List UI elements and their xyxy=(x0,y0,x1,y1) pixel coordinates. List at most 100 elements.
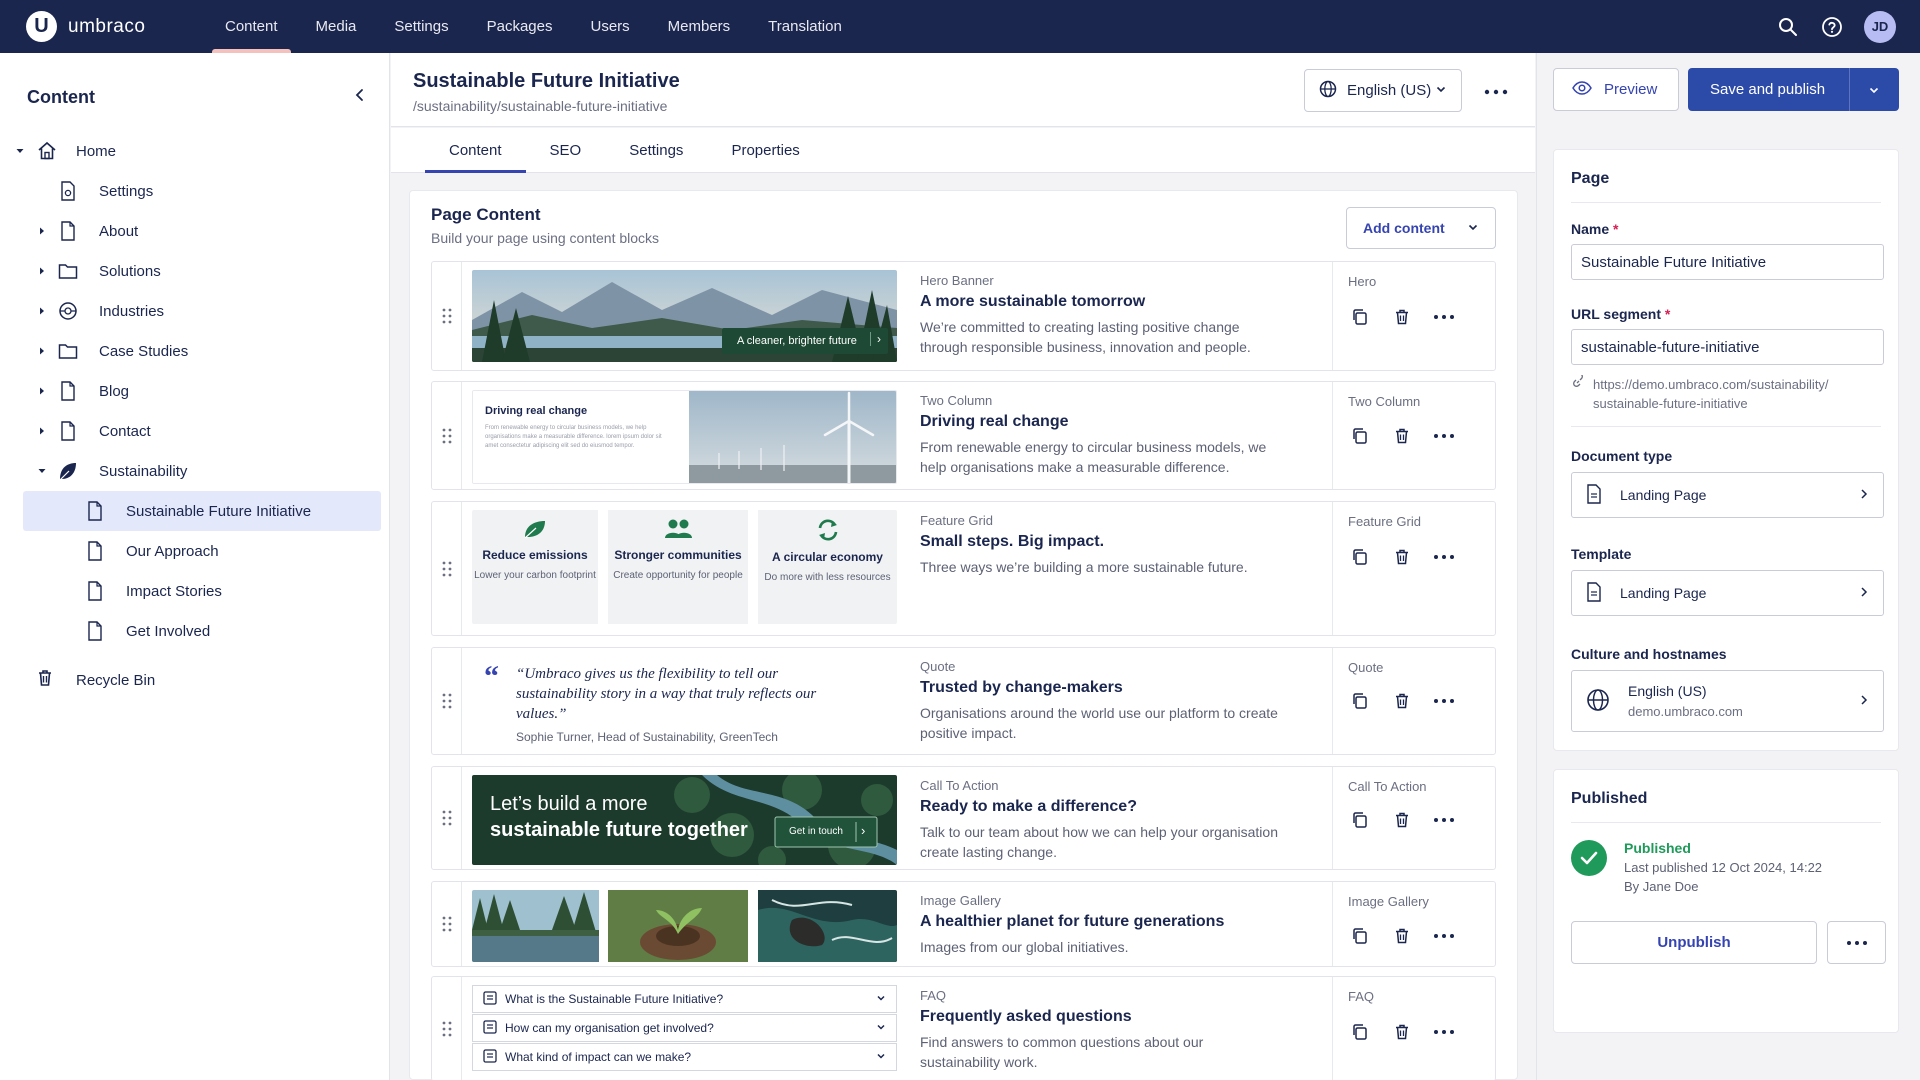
leaf-icon xyxy=(57,460,79,482)
cta-preview-line2: sustainable future together xyxy=(490,819,748,841)
content-block-hero[interactable]: A cleaner, brighter future › Hero Banner… xyxy=(431,261,1496,371)
caret-right-icon[interactable] xyxy=(36,305,48,317)
page-icon xyxy=(84,540,106,562)
drag-handle-icon[interactable] xyxy=(432,648,462,754)
tree-item-contact[interactable]: Contact xyxy=(0,411,389,451)
nav-content[interactable]: Content xyxy=(206,0,297,53)
delete-icon[interactable] xyxy=(1389,544,1415,570)
drag-handle-icon[interactable] xyxy=(432,382,462,489)
caret-down-icon[interactable] xyxy=(36,465,48,477)
content-block-image-gallery[interactable]: Image Gallery A healthier planet for fut… xyxy=(431,881,1496,967)
recycle-bin[interactable]: Recycle Bin xyxy=(0,660,390,700)
tab-content[interactable]: Content xyxy=(425,128,526,173)
help-icon[interactable] xyxy=(1820,15,1844,39)
page-icon xyxy=(57,420,79,442)
brand[interactable]: U umbraco xyxy=(26,11,196,42)
tree-item-get-involved[interactable]: Get Involved xyxy=(0,611,389,651)
content-block-two-column[interactable]: Driving real change From renewable energ… xyxy=(431,381,1496,490)
document-type-picker[interactable]: Landing Page xyxy=(1571,472,1884,518)
feature-tile: Reduce emissions Lower your carbon footp… xyxy=(472,510,598,624)
drag-handle-icon[interactable] xyxy=(432,977,462,1080)
caret-right-icon[interactable] xyxy=(36,265,48,277)
tree-item-home[interactable]: Home xyxy=(0,131,389,171)
block-description: Find answers to common questions about o… xyxy=(920,1034,1204,1070)
drag-handle-icon[interactable] xyxy=(432,767,462,869)
tree-item-about[interactable]: About xyxy=(0,211,389,251)
content-block-quote[interactable]: “ “Umbraco gives us the flexibility to t… xyxy=(431,647,1496,755)
delete-icon[interactable] xyxy=(1389,304,1415,330)
copy-icon[interactable] xyxy=(1347,423,1373,449)
drag-handle-icon[interactable] xyxy=(432,262,462,370)
culture-value: English (US) xyxy=(1628,682,1707,699)
search-icon[interactable] xyxy=(1776,15,1800,39)
more-options-button[interactable] xyxy=(1827,921,1886,964)
tab-settings[interactable]: Settings xyxy=(605,128,707,172)
caret-down-icon[interactable] xyxy=(14,145,26,157)
add-content-button[interactable]: Add content xyxy=(1346,207,1496,249)
more-options-icon[interactable] xyxy=(1431,304,1457,330)
tree-item-case-studies[interactable]: Case Studies xyxy=(0,331,389,371)
tree-item-our-approach[interactable]: Our Approach xyxy=(0,531,389,571)
delete-icon[interactable] xyxy=(1389,807,1415,833)
nav-settings[interactable]: Settings xyxy=(375,0,467,53)
preview-button[interactable]: Preview xyxy=(1553,68,1679,111)
page-card-heading: Page xyxy=(1571,170,1610,187)
nav-translation[interactable]: Translation xyxy=(749,0,861,53)
nav-users[interactable]: Users xyxy=(571,0,648,53)
more-options-icon[interactable] xyxy=(1431,688,1457,714)
tree-item-impact-stories[interactable]: Impact Stories xyxy=(0,571,389,611)
culture-hostnames-picker[interactable]: English (US) demo.umbraco.com xyxy=(1571,670,1884,732)
feature-tile: Stronger communities Create opportunity … xyxy=(608,510,748,624)
caret-right-icon[interactable] xyxy=(36,385,48,397)
copy-icon[interactable] xyxy=(1347,544,1373,570)
save-options-chevron-icon[interactable] xyxy=(1849,68,1898,111)
drag-handle-icon[interactable] xyxy=(432,882,462,966)
copy-icon[interactable] xyxy=(1347,923,1373,949)
unpublish-button[interactable]: Unpublish xyxy=(1571,921,1817,964)
save-and-publish-button[interactable]: Save and publish xyxy=(1688,68,1899,111)
tree-item-industries[interactable]: Industries xyxy=(0,291,389,331)
delete-icon[interactable] xyxy=(1389,923,1415,949)
document-actions-menu[interactable] xyxy=(1481,77,1511,107)
nav-members[interactable]: Members xyxy=(649,0,750,53)
content-block-call-to-action[interactable]: Let’s build a more sustainable future to… xyxy=(431,766,1496,870)
name-field[interactable]: Sustainable Future Initiative xyxy=(1571,244,1884,280)
url-hint[interactable]: https://demo.umbraco.com/sustainability/… xyxy=(1571,373,1829,413)
user-avatar[interactable]: JD xyxy=(1864,10,1896,43)
template-picker[interactable]: Landing Page xyxy=(1571,570,1884,616)
tab-seo[interactable]: SEO xyxy=(526,128,606,172)
content-block-feature-grid[interactable]: Reduce emissions Lower your carbon footp… xyxy=(431,501,1496,636)
delete-icon[interactable] xyxy=(1389,423,1415,449)
collapse-sidebar-icon[interactable] xyxy=(353,88,367,106)
delete-icon[interactable] xyxy=(1389,688,1415,714)
tree-item-solutions[interactable]: Solutions xyxy=(0,251,389,291)
caret-right-icon[interactable] xyxy=(36,225,48,237)
more-options-icon[interactable] xyxy=(1431,423,1457,449)
tab-properties[interactable]: Properties xyxy=(707,128,823,172)
copy-icon[interactable] xyxy=(1347,688,1373,714)
copy-icon[interactable] xyxy=(1347,807,1373,833)
tree-item-sustainability[interactable]: Sustainability xyxy=(0,451,389,491)
content-block-faq[interactable]: What is the Sustainable Future Initiativ… xyxy=(431,976,1496,1080)
url-segment-field[interactable]: sustainable-future-initiative xyxy=(1571,329,1884,365)
nav-media[interactable]: Media xyxy=(297,0,376,53)
tree-item-sustainable-future-initiative[interactable]: Sustainable Future Initiative xyxy=(23,491,381,531)
nav-packages[interactable]: Packages xyxy=(468,0,572,53)
more-options-icon[interactable] xyxy=(1431,544,1457,570)
save-and-publish-label[interactable]: Save and publish xyxy=(1688,81,1849,98)
language-selector[interactable]: English (US) xyxy=(1304,69,1462,112)
caret-right-icon[interactable] xyxy=(36,345,48,357)
content-tree: Home Settings About Solutions Industries Case… xyxy=(0,131,389,651)
caret-right-icon[interactable] xyxy=(36,425,48,437)
copy-icon[interactable] xyxy=(1347,1019,1373,1045)
umbraco-logo-icon[interactable]: U xyxy=(26,11,57,42)
more-options-icon[interactable] xyxy=(1431,923,1457,949)
more-options-icon[interactable] xyxy=(1431,1019,1457,1045)
more-options-icon[interactable] xyxy=(1431,807,1457,833)
tree-item-settings[interactable]: Settings xyxy=(0,171,389,211)
drag-handle-icon[interactable] xyxy=(432,502,462,635)
copy-icon[interactable] xyxy=(1347,304,1373,330)
block-title: Ready to make a difference? xyxy=(920,798,1137,815)
delete-icon[interactable] xyxy=(1389,1019,1415,1045)
tree-item-blog[interactable]: Blog xyxy=(0,371,389,411)
